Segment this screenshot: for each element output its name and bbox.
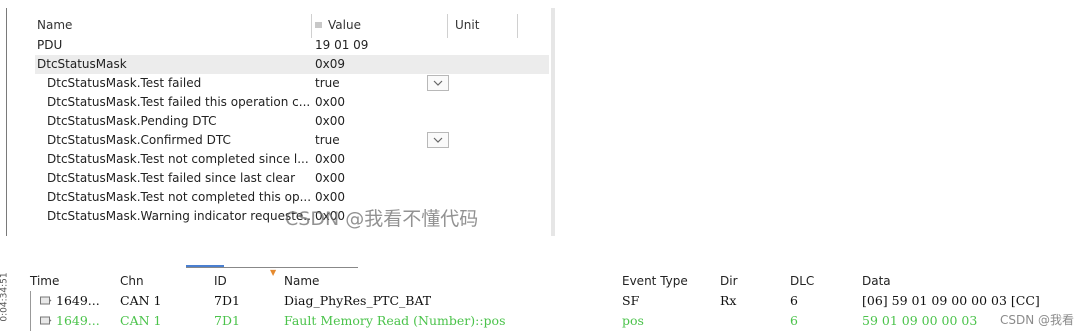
property-row-pdu[interactable]: PDU 19 01 09 (35, 36, 549, 55)
trace-name: Diag_PhyRes_PTC_BAT (284, 293, 432, 308)
trace-channel: CAN 1 (120, 313, 162, 328)
trace-name: Fault Memory Read (Number)::pos (284, 313, 506, 328)
property-row-test-not-completed-since[interactable]: DtcStatusMask.Test not completed since l… (35, 150, 549, 169)
property-name: PDU (37, 38, 63, 52)
trace-data: 59 01 09 00 00 03 (862, 313, 978, 328)
value-dropdown-button[interactable] (427, 75, 449, 91)
column-header-value[interactable]: Value (315, 16, 445, 35)
trace-time: 1649... (56, 293, 100, 308)
property-row-confirmed-dtc[interactable]: DtcStatusMask.Confirmed DTC true (35, 131, 549, 150)
column-header-dlc[interactable]: DLC (790, 274, 814, 288)
trace-row[interactable]: 1649... CAN 1 7D1 Diag_PhyRes_PTC_BAT SF… (0, 291, 1080, 310)
trace-time: 1649... (56, 313, 100, 328)
trace-dir: Rx (720, 293, 737, 308)
property-value: 0x00 (315, 95, 346, 109)
column-header-event-type[interactable]: Event Type (622, 274, 688, 288)
chevron-down-icon (433, 137, 443, 143)
property-row-dtcstatusmask[interactable]: DtcStatusMask 0x09 (35, 55, 549, 74)
message-icon (40, 296, 52, 305)
column-divider[interactable] (447, 14, 448, 38)
sort-indicator-icon: ▼ (270, 268, 277, 277)
sort-icon (315, 22, 322, 28)
trace-id: 7D1 (214, 313, 240, 328)
property-row-test-failed-since-clear[interactable]: DtcStatusMask.Test failed since last cle… (35, 169, 549, 188)
property-name: DtcStatusMask (37, 57, 127, 71)
column-header-value-label: Value (328, 18, 361, 32)
trace-dlc: 6 (790, 293, 798, 308)
property-value: 0x00 (315, 152, 346, 166)
property-name: DtcStatusMask.Confirmed DTC (47, 133, 231, 147)
column-header-time[interactable]: Time (30, 274, 59, 288)
trace-row[interactable]: 1649... CAN 1 7D1 Fault Memory Read (Num… (0, 311, 1080, 330)
message-icon (40, 316, 52, 325)
trace-event-type: pos (622, 313, 644, 328)
column-header-name[interactable]: Name (37, 16, 313, 35)
column-header-data[interactable]: Data (862, 274, 891, 288)
property-value: 0x00 (315, 114, 346, 128)
property-name: DtcStatusMask.Pending DTC (47, 114, 217, 128)
trace-channel: CAN 1 (120, 293, 162, 308)
property-name: DtcStatusMask.Test failed (47, 76, 202, 90)
column-header-id[interactable]: ID (214, 274, 227, 288)
trace-dlc: 6 (790, 313, 798, 328)
property-name: DtcStatusMask.Test failed since last cle… (47, 171, 296, 185)
property-row-pending-dtc[interactable]: DtcStatusMask.Pending DTC 0x00 (35, 112, 549, 131)
csdn-watermark: CSDN @我看不懂代码 (285, 208, 479, 230)
value-dropdown-button[interactable] (427, 132, 449, 148)
csdn-watermark: CSDN @我看 (1000, 313, 1075, 327)
column-header-chn[interactable]: Chn (120, 274, 144, 288)
property-value: 0x00 (315, 171, 346, 185)
property-name: DtcStatusMask.Test failed this operation… (47, 95, 311, 109)
trace-window: 0:04:34:51 ▼ Time Chn ID Name Event Type… (0, 262, 1080, 334)
property-row-test-failed-this-op[interactable]: DtcStatusMask.Test failed this operation… (35, 93, 549, 112)
property-name: DtcStatusMask.Test not completed since l… (47, 152, 309, 166)
active-tab-indicator (186, 265, 224, 267)
property-grid: Name Value Unit PDU 19 01 09 DtcStatusMa… (6, 8, 555, 236)
property-grid-header: Name Value Unit (35, 14, 549, 38)
column-header-dir[interactable]: Dir (720, 274, 738, 288)
property-name: DtcStatusMask.Warning indicator requeste… (47, 209, 311, 223)
property-name: DtcStatusMask.Test not completed this op… (47, 190, 311, 204)
property-value: 19 01 09 (315, 38, 369, 52)
column-header-unit[interactable]: Unit (455, 16, 505, 35)
property-grid-scrollbar[interactable] (551, 8, 555, 236)
trace-id: 7D1 (214, 293, 240, 308)
trace-data: [06] 59 01 09 00 00 03 [CC] (862, 293, 1040, 308)
trace-event-type: SF (622, 293, 640, 308)
column-header-name[interactable]: Name (284, 274, 319, 288)
chevron-down-icon (433, 80, 443, 86)
property-row-test-failed[interactable]: DtcStatusMask.Test failed true (35, 74, 549, 93)
property-value: true (315, 133, 340, 147)
property-value: 0x09 (315, 57, 346, 71)
column-divider[interactable] (517, 14, 518, 38)
column-divider[interactable] (311, 14, 312, 38)
property-value: true (315, 76, 340, 90)
